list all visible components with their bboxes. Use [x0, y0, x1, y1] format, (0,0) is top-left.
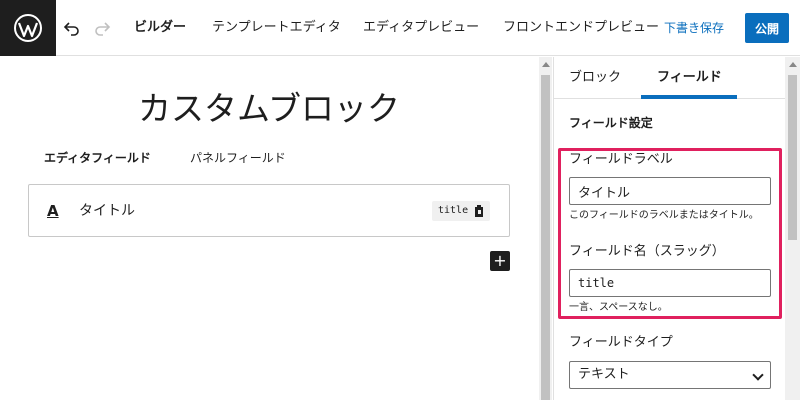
field-type-select[interactable]: テキスト	[569, 361, 771, 389]
tab-builder[interactable]: ビルダー	[134, 18, 186, 38]
copy-clipboard-icon[interactable]	[474, 205, 484, 217]
sidebar-scrollbar-thumb[interactable]	[788, 75, 797, 240]
publish-button[interactable]: 公開	[745, 13, 789, 43]
canvas-scrollbar-thumb[interactable]	[541, 75, 550, 400]
builder-canvas: カスタムブロック エディタフィールド パネルフィールド A タイトル title…	[0, 57, 538, 400]
field-type-value: テキスト	[578, 367, 630, 382]
active-tab-indicator	[641, 95, 737, 99]
tab-template-editor[interactable]: テンプレートエディタ	[212, 18, 341, 38]
field-name-heading: フィールド名（スラッグ）	[569, 244, 725, 259]
tab-editor-preview[interactable]: エディタプレビュー	[363, 18, 479, 38]
field-row-label: タイトル	[79, 203, 135, 219]
tab-panel-fields[interactable]: パネルフィールド	[190, 149, 286, 167]
field-label-input[interactable]	[569, 177, 771, 205]
field-row-title[interactable]: A タイトル title	[28, 184, 510, 237]
wordpress-icon[interactable]	[0, 0, 56, 56]
save-draft-button[interactable]: 下書き保存	[664, 18, 724, 38]
tab-block[interactable]: ブロック	[569, 68, 621, 88]
field-name-help: 一言、スペースなし。	[569, 302, 668, 313]
scroll-up-arrow-icon[interactable]	[542, 62, 550, 67]
section-title: フィールド設定	[569, 116, 653, 130]
slug-text: title	[438, 205, 469, 216]
settings-sidebar: ブロック フィールド フィールド設定 フィールドラベル このフィールドのラベルま…	[553, 57, 800, 400]
sidebar-tabs: ブロック フィールド	[554, 57, 800, 99]
tab-field[interactable]: フィールド	[657, 68, 722, 88]
slug-chip[interactable]: title	[432, 201, 491, 221]
sidebar-scrollbar[interactable]	[785, 57, 800, 400]
redo-icon[interactable]	[90, 16, 114, 40]
add-field-button[interactable]: +	[490, 251, 510, 271]
canvas-scrollbar[interactable]	[539, 57, 552, 400]
block-title[interactable]: カスタムブロック	[28, 87, 510, 131]
wordpress-logo-svg	[14, 14, 42, 42]
tab-frontend-preview[interactable]: フロントエンドプレビュー	[503, 18, 659, 38]
text-type-icon: A	[47, 202, 59, 220]
tab-editor-fields[interactable]: エディタフィールド	[44, 149, 151, 167]
chevron-down-icon	[752, 369, 764, 381]
field-label-heading: フィールドラベル	[569, 152, 673, 167]
field-label-help: このフィールドのラベルまたはタイトル。	[569, 210, 759, 221]
undo-icon[interactable]	[60, 16, 84, 40]
top-toolbar: ビルダー テンプレートエディタ エディタプレビュー フロントエンドプレビュー 下…	[0, 0, 800, 56]
scroll-up-arrow-icon[interactable]	[789, 62, 797, 67]
field-name-input[interactable]	[569, 269, 771, 297]
field-type-heading: フィールドタイプ	[569, 335, 673, 350]
